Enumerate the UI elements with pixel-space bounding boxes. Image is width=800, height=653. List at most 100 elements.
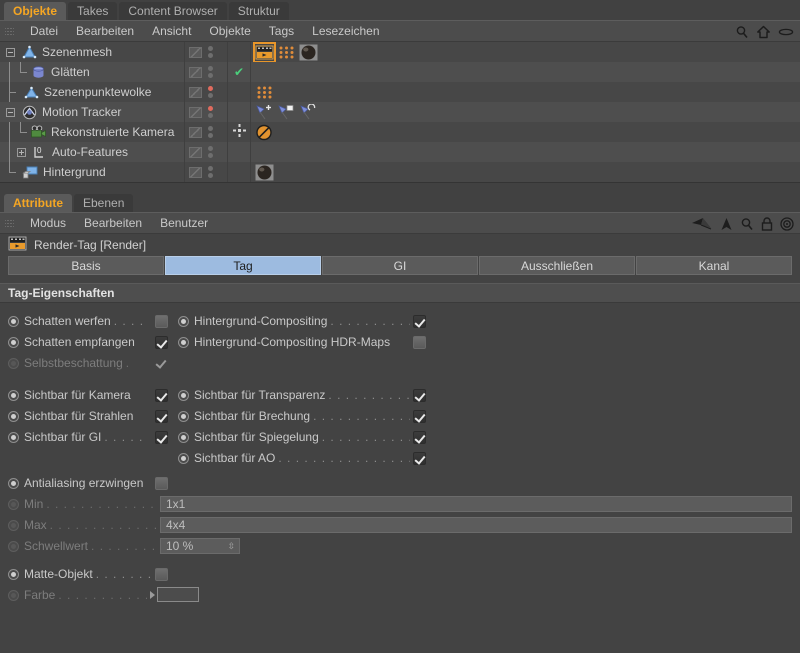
- property-row-sichtbar-strahlen[interactable]: Sichtbar für Strahlen: [8, 406, 168, 426]
- home-icon[interactable]: [756, 25, 771, 39]
- tree-tags-cell[interactable]: [251, 62, 800, 82]
- sphere-material-tag-icon[interactable]: [255, 164, 274, 181]
- tab-ausschliessen[interactable]: Ausschließen: [479, 256, 635, 275]
- checkbox-sichtbar-transparenz[interactable]: [413, 388, 426, 402]
- menu-tags[interactable]: Tags: [260, 20, 303, 42]
- checkbox-schatten-werfen[interactable]: [155, 314, 168, 328]
- property-radio-icon[interactable]: [8, 568, 19, 580]
- property-row-antialiasing-erzwingen[interactable]: Antialiasing erzwingen: [8, 473, 168, 493]
- menu-ansicht[interactable]: Ansicht: [143, 20, 200, 42]
- menu-datei[interactable]: Datei: [21, 20, 67, 42]
- tab-basis[interactable]: Basis: [8, 256, 164, 275]
- tree-item-name-cell[interactable]: Rekonstruierte Kamera: [0, 122, 185, 142]
- visibility-toggle-icon[interactable]: [189, 86, 202, 98]
- visibility-dots-cell[interactable]: [185, 82, 228, 102]
- tree-item-name-cell[interactable]: Szenenpunktewolke: [0, 82, 185, 102]
- property-row-sichtbar-gi[interactable]: Sichtbar für GI . . . . .: [8, 427, 168, 447]
- point-grid-tag-icon[interactable]: [277, 44, 296, 61]
- checkbox-sichtbar-ao[interactable]: [413, 451, 426, 465]
- axis-icon[interactable]: [691, 217, 713, 231]
- tree-tags-cell[interactable]: [251, 102, 800, 122]
- tree-item-name-cell[interactable]: Glätten: [0, 62, 185, 82]
- property-radio-icon[interactable]: [178, 389, 189, 401]
- tree-item-name-cell[interactable]: 0 Auto-Features: [0, 142, 185, 162]
- editor-render-dots[interactable]: [208, 106, 213, 118]
- checkbox-matte-objekt[interactable]: [155, 567, 168, 581]
- tab-struktur[interactable]: Struktur: [228, 2, 289, 20]
- menu-objekte[interactable]: Objekte: [200, 20, 259, 42]
- checkbox-sichtbar-kamera[interactable]: [155, 388, 168, 402]
- checkbox-schatten-empfangen[interactable]: [155, 335, 168, 349]
- table-row[interactable]: Glätten ✔: [0, 62, 800, 82]
- table-row[interactable]: Rekonstruierte Kamera: [0, 122, 800, 142]
- tab-attribute[interactable]: Attribute: [4, 194, 72, 212]
- menu-lesezeichen[interactable]: Lesezeichen: [303, 20, 388, 42]
- tracker-plane-tag-icon[interactable]: [277, 104, 296, 121]
- editor-render-dots[interactable]: [208, 166, 213, 178]
- visibility-dots-cell[interactable]: [185, 62, 228, 82]
- visibility-dots-cell[interactable]: [185, 122, 228, 142]
- property-row-matte-objekt[interactable]: Matte-Objekt . . . . . . . .: [8, 564, 168, 584]
- editor-render-dots[interactable]: [208, 146, 213, 158]
- visibility-toggle-icon[interactable]: [189, 106, 202, 118]
- tab-gi[interactable]: GI: [322, 256, 478, 275]
- editor-render-dots[interactable]: [208, 66, 213, 78]
- visibility-dots-cell[interactable]: [185, 102, 228, 122]
- table-row[interactable]: Szenenpunktewolke: [0, 82, 800, 102]
- property-radio-icon[interactable]: [8, 431, 19, 443]
- property-row-hintergrund-compositing[interactable]: Hintergrund-Compositing . . . . . . . . …: [178, 311, 426, 331]
- expander-minus-icon[interactable]: [6, 47, 15, 57]
- menu-bearbeiten[interactable]: Bearbeiten: [75, 212, 151, 234]
- tree-mark-cell[interactable]: [228, 122, 251, 142]
- tree-item-name-cell[interactable]: Hintergrund: [0, 162, 185, 182]
- visibility-dots-cell[interactable]: [185, 162, 228, 182]
- property-radio-icon[interactable]: [8, 389, 19, 401]
- visibility-dots-cell[interactable]: [185, 142, 228, 162]
- table-row[interactable]: Szenenmesh: [0, 41, 800, 63]
- no-entry-tag-icon[interactable]: [255, 124, 274, 141]
- property-row-sichtbar-ao[interactable]: Sichtbar für AO . . . . . . . . . . . . …: [178, 448, 426, 468]
- menu-modus[interactable]: Modus: [21, 212, 75, 234]
- point-grid-tag-icon[interactable]: [255, 84, 274, 101]
- sphere-material-tag-icon[interactable]: [299, 44, 318, 61]
- property-row-sichtbar-spiegelung[interactable]: Sichtbar für Spiegelung . . . . . . . . …: [178, 427, 426, 447]
- spinner-arrows-icon[interactable]: ⇳: [227, 540, 235, 553]
- tab-objekte[interactable]: Objekte: [4, 2, 67, 20]
- property-row-sichtbar-transparenz[interactable]: Sichtbar für Transparenz . . . . . . . .…: [178, 385, 426, 405]
- tree-tags-cell[interactable]: [251, 162, 800, 182]
- checkbox-sichtbar-gi[interactable]: [155, 430, 168, 444]
- property-radio-icon[interactable]: [8, 336, 19, 348]
- property-radio-icon[interactable]: [178, 315, 189, 327]
- editor-render-dots[interactable]: [208, 126, 213, 138]
- arrow-up-icon[interactable]: [720, 217, 733, 231]
- tree-tags-cell[interactable]: [251, 122, 800, 142]
- property-row-schatten-werfen[interactable]: Schatten werfen . . . .: [8, 311, 168, 331]
- render-tag-icon[interactable]: [253, 41, 276, 63]
- expand-arrow-icon[interactable]: [150, 591, 155, 599]
- drag-grip-icon[interactable]: [5, 25, 14, 37]
- tree-tags-cell[interactable]: [251, 142, 800, 162]
- object-tree[interactable]: Szenenmesh Glätten ✔ Szenenpunktewolke M…: [0, 41, 800, 183]
- tab-content-browser[interactable]: Content Browser: [119, 2, 227, 20]
- tab-tag[interactable]: Tag: [165, 256, 321, 275]
- checkbox-sichtbar-strahlen[interactable]: [155, 409, 168, 423]
- input-schwellwert[interactable]: 10 % ⇳: [160, 538, 240, 554]
- property-row-sichtbar-kamera[interactable]: Sichtbar für Kamera: [8, 385, 168, 405]
- menu-benutzer[interactable]: Benutzer: [151, 212, 217, 234]
- property-radio-icon[interactable]: [178, 431, 189, 443]
- tab-kanal[interactable]: Kanal: [636, 256, 792, 275]
- target-icon[interactable]: [780, 217, 794, 231]
- tracker-rotate-tag-icon[interactable]: [299, 102, 318, 121]
- visibility-toggle-icon[interactable]: [189, 126, 202, 138]
- checkbox-sichtbar-spiegelung[interactable]: [413, 430, 426, 444]
- property-radio-icon[interactable]: [8, 315, 19, 327]
- input-max[interactable]: 4x4: [160, 517, 792, 533]
- visibility-toggle-icon[interactable]: [189, 166, 202, 178]
- input-min[interactable]: 1x1: [160, 496, 792, 512]
- editor-render-dots[interactable]: [208, 46, 213, 58]
- table-row[interactable]: 0 Auto-Features: [0, 142, 800, 162]
- search-icon[interactable]: [740, 217, 754, 231]
- table-row[interactable]: Hintergrund: [0, 162, 800, 182]
- property-radio-icon[interactable]: [178, 410, 189, 422]
- visibility-toggle-icon[interactable]: [189, 66, 202, 78]
